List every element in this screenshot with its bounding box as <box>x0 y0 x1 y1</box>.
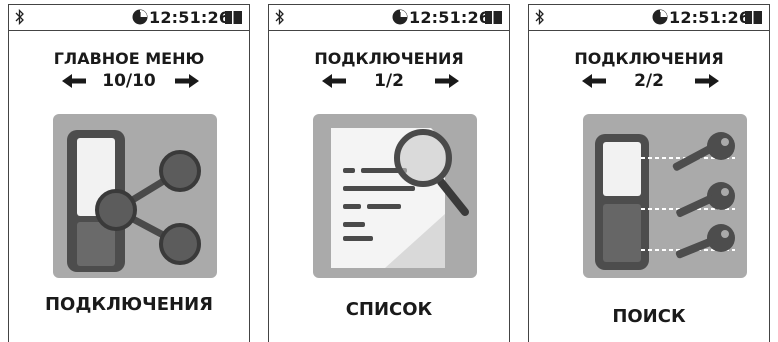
screen-connections-search: 12:51:26 ПОДКЛЮЧЕНИЯ 2/2 ПОИСК <box>528 4 770 342</box>
bluetooth-icon <box>15 9 24 25</box>
page-indicator: 10/10 <box>102 71 156 91</box>
battery-icon <box>745 11 762 24</box>
bluetooth-icon <box>535 9 544 25</box>
status-time: 12:51:26 <box>409 8 491 27</box>
menu-item-label: СПИСОК <box>345 299 433 320</box>
battery-icon <box>485 11 502 24</box>
status-time: 12:51:26 <box>669 8 751 27</box>
status-bar: 12:51:26 <box>529 5 769 31</box>
clock-icon <box>392 9 408 25</box>
menu-item-label: ПОДКЛЮЧЕНИЯ <box>44 294 214 315</box>
arrow-right-icon[interactable] <box>175 74 199 88</box>
page-indicator: 1/2 <box>374 71 404 91</box>
page-navigation: 10/10 <box>9 71 249 93</box>
status-bar: 12:51:26 <box>269 5 509 31</box>
arrow-right-icon[interactable] <box>435 74 459 88</box>
share-device-icon[interactable] <box>53 114 217 278</box>
status-time: 12:51:26 <box>149 8 231 27</box>
screen-title: ГЛАВНОЕ МЕНЮ <box>53 49 205 68</box>
screen-main-menu: 12:51:26 ГЛАВНОЕ МЕНЮ 10/10 ПОДКЛЮЧЕНИЯ <box>8 4 250 342</box>
clock-icon <box>652 9 668 25</box>
status-bar: 12:51:26 <box>9 5 249 31</box>
page-indicator: 2/2 <box>634 71 664 91</box>
device-keys-icon[interactable] <box>583 114 747 278</box>
page-navigation: 2/2 <box>529 71 769 93</box>
menu-item-label: ПОИСК <box>612 306 686 327</box>
bluetooth-icon <box>275 9 284 25</box>
screen-title: ПОДКЛЮЧЕНИЯ <box>314 49 464 68</box>
clock-icon <box>132 9 148 25</box>
screen-connections-list: 12:51:26 ПОДКЛЮЧЕНИЯ 1/2 СПИСОК <box>268 4 510 342</box>
page-navigation: 1/2 <box>269 71 509 93</box>
document-search-icon[interactable] <box>313 114 477 278</box>
arrow-right-icon[interactable] <box>695 74 719 88</box>
screen-title: ПОДКЛЮЧЕНИЯ <box>574 49 724 68</box>
battery-icon <box>225 11 242 24</box>
